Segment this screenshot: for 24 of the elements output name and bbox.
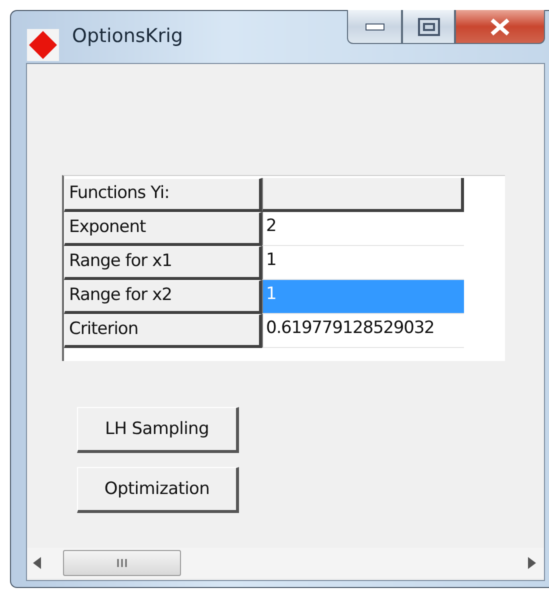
horizontal-scrollbar[interactable]: [27, 548, 544, 578]
value-cell[interactable]: 2: [262, 212, 464, 246]
app-icon: [26, 28, 60, 62]
row-label: Functions Yi:: [64, 178, 262, 212]
scroll-left-icon[interactable]: [33, 557, 41, 569]
value-cell[interactable]: [262, 178, 464, 212]
scroll-thumb[interactable]: [63, 550, 181, 576]
maximize-icon: [418, 18, 440, 36]
value-cell[interactable]: 0.619779128529032: [262, 314, 464, 348]
close-icon: [489, 18, 511, 36]
grip-icon: [116, 558, 128, 568]
close-button[interactable]: [455, 10, 545, 44]
row-label: Exponent: [64, 212, 262, 246]
row-label: Criterion: [64, 314, 262, 348]
action-button[interactable]: Optimization: [77, 467, 239, 513]
maximize-button[interactable]: [402, 10, 455, 44]
window-title: OptionsKrig: [72, 25, 183, 47]
minimize-icon: [364, 22, 384, 30]
scroll-right-icon[interactable]: [528, 557, 536, 569]
action-button[interactable]: LH Sampling: [77, 407, 239, 453]
value-cell[interactable]: 1: [262, 246, 464, 280]
minimize-button[interactable]: [347, 10, 402, 44]
row-label: Range for x2: [64, 280, 262, 314]
row-label: Range for x1: [64, 246, 262, 280]
